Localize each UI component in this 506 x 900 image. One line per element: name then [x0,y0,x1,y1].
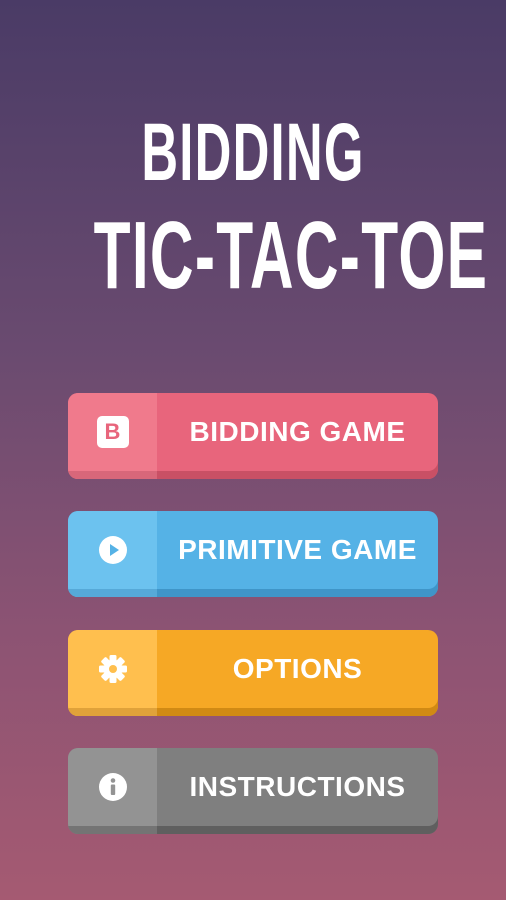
primitive-game-button[interactable]: PRIMITIVE GAME [68,511,438,597]
instructions-label: INSTRUCTIONS [189,771,406,802]
gear-icon [98,655,127,683]
bidding-game-icon-box: B [68,393,157,479]
primitive-game-icon-box [68,511,157,597]
bidding-game-label: BIDDING GAME [189,416,406,447]
primitive-game-label: PRIMITIVE GAME [178,534,417,565]
options-button[interactable]: OPTIONS [68,630,438,716]
instructions-icon-box [68,748,157,834]
options-label: OPTIONS [232,653,363,684]
play-icon [98,536,127,564]
game-title-line-1: BIDDING [141,107,365,198]
bidding-game-button[interactable]: B BIDDING GAME [68,393,438,479]
b-letter-icon: B [96,416,129,448]
game-title-line-2: TIC-TAC-TOE [93,202,489,309]
options-icon-box [68,630,157,716]
instructions-button[interactable]: INSTRUCTIONS [68,748,438,834]
info-icon [98,773,127,801]
